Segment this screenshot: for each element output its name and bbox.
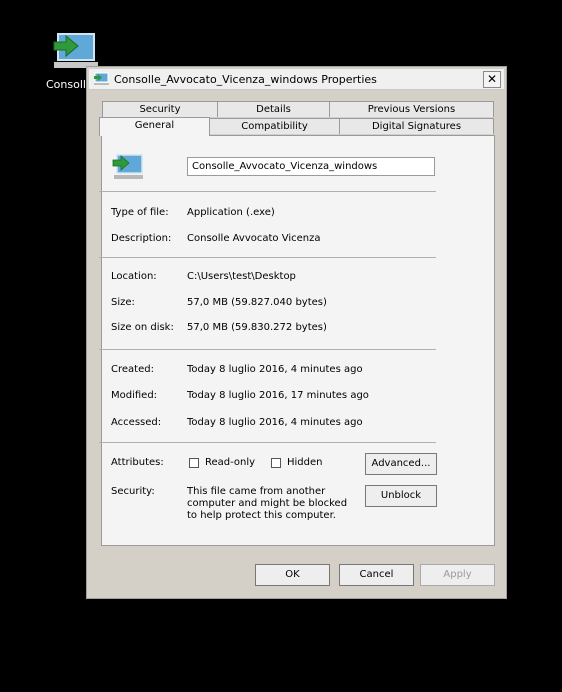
tab-compatibility[interactable]: Compatibility (209, 118, 340, 134)
separator (99, 257, 436, 258)
description-value: Consolle Avvocato Vicenza (187, 233, 321, 244)
description-label: Description: (111, 233, 172, 244)
desktop-icon-label[interactable]: Consoll (46, 78, 86, 91)
size-on-disk-label: Size on disk: (111, 322, 174, 333)
tab-label: General (134, 120, 175, 131)
tab-details[interactable]: Details (217, 101, 330, 117)
size-on-disk-value: 57,0 MB (59.830.272 bytes) (187, 322, 327, 333)
tab-digital-signatures[interactable]: Digital Signatures (339, 118, 494, 134)
cancel-button[interactable]: Cancel (339, 564, 414, 586)
readonly-checkbox[interactable] (189, 458, 199, 468)
tab-label: Compatibility (241, 121, 308, 132)
separator (99, 442, 436, 443)
location-value: C:\Users\test\Desktop (187, 271, 296, 282)
modified-label: Modified: (111, 390, 158, 401)
created-label: Created: (111, 364, 154, 375)
location-label: Location: (111, 271, 157, 282)
tab-label: Security (139, 104, 181, 115)
app-icon (93, 72, 109, 86)
created-value: Today 8 luglio 2016, 4 minutes ago (187, 364, 363, 375)
separator (99, 349, 436, 350)
security-message: This file came from another computer and… (187, 486, 348, 521)
advanced-button[interactable]: Advanced... (365, 453, 437, 475)
attributes-label: Attributes: (111, 457, 164, 468)
readonly-label[interactable]: Read-only (205, 457, 255, 468)
title-bar[interactable]: Consolle_Avvocato_Vicenza_windows Proper… (89, 69, 504, 90)
accessed-label: Accessed: (111, 417, 162, 428)
security-label: Security: (111, 486, 155, 497)
size-label: Size: (111, 297, 135, 308)
hidden-checkbox[interactable] (271, 458, 281, 468)
size-value: 57,0 MB (59.827.040 bytes) (187, 297, 327, 308)
tab-label: Previous Versions (367, 104, 456, 115)
tab-label: Digital Signatures (371, 121, 462, 132)
apply-button[interactable]: Apply (420, 564, 495, 586)
window-title: Consolle_Avvocato_Vicenza_windows Proper… (114, 73, 377, 86)
close-icon[interactable]: ✕ (483, 71, 501, 88)
hidden-label[interactable]: Hidden (287, 457, 322, 468)
separator (99, 191, 436, 192)
file-name-field[interactable]: Consolle_Avvocato_Vicenza_windows (187, 157, 435, 176)
accessed-value: Today 8 luglio 2016, 4 minutes ago (187, 417, 363, 428)
file-icon (112, 153, 144, 181)
tab-general[interactable]: General (99, 117, 210, 136)
tab-security[interactable]: Security (102, 101, 218, 117)
ok-button[interactable]: OK (255, 564, 330, 586)
tab-label: Details (256, 104, 291, 115)
unblock-button[interactable]: Unblock (365, 485, 437, 507)
type-of-file-value: Application (.exe) (187, 207, 275, 218)
tab-previous-versions[interactable]: Previous Versions (329, 101, 494, 117)
type-of-file-label: Type of file: (111, 207, 169, 218)
modified-value: Today 8 luglio 2016, 17 minutes ago (187, 390, 369, 401)
